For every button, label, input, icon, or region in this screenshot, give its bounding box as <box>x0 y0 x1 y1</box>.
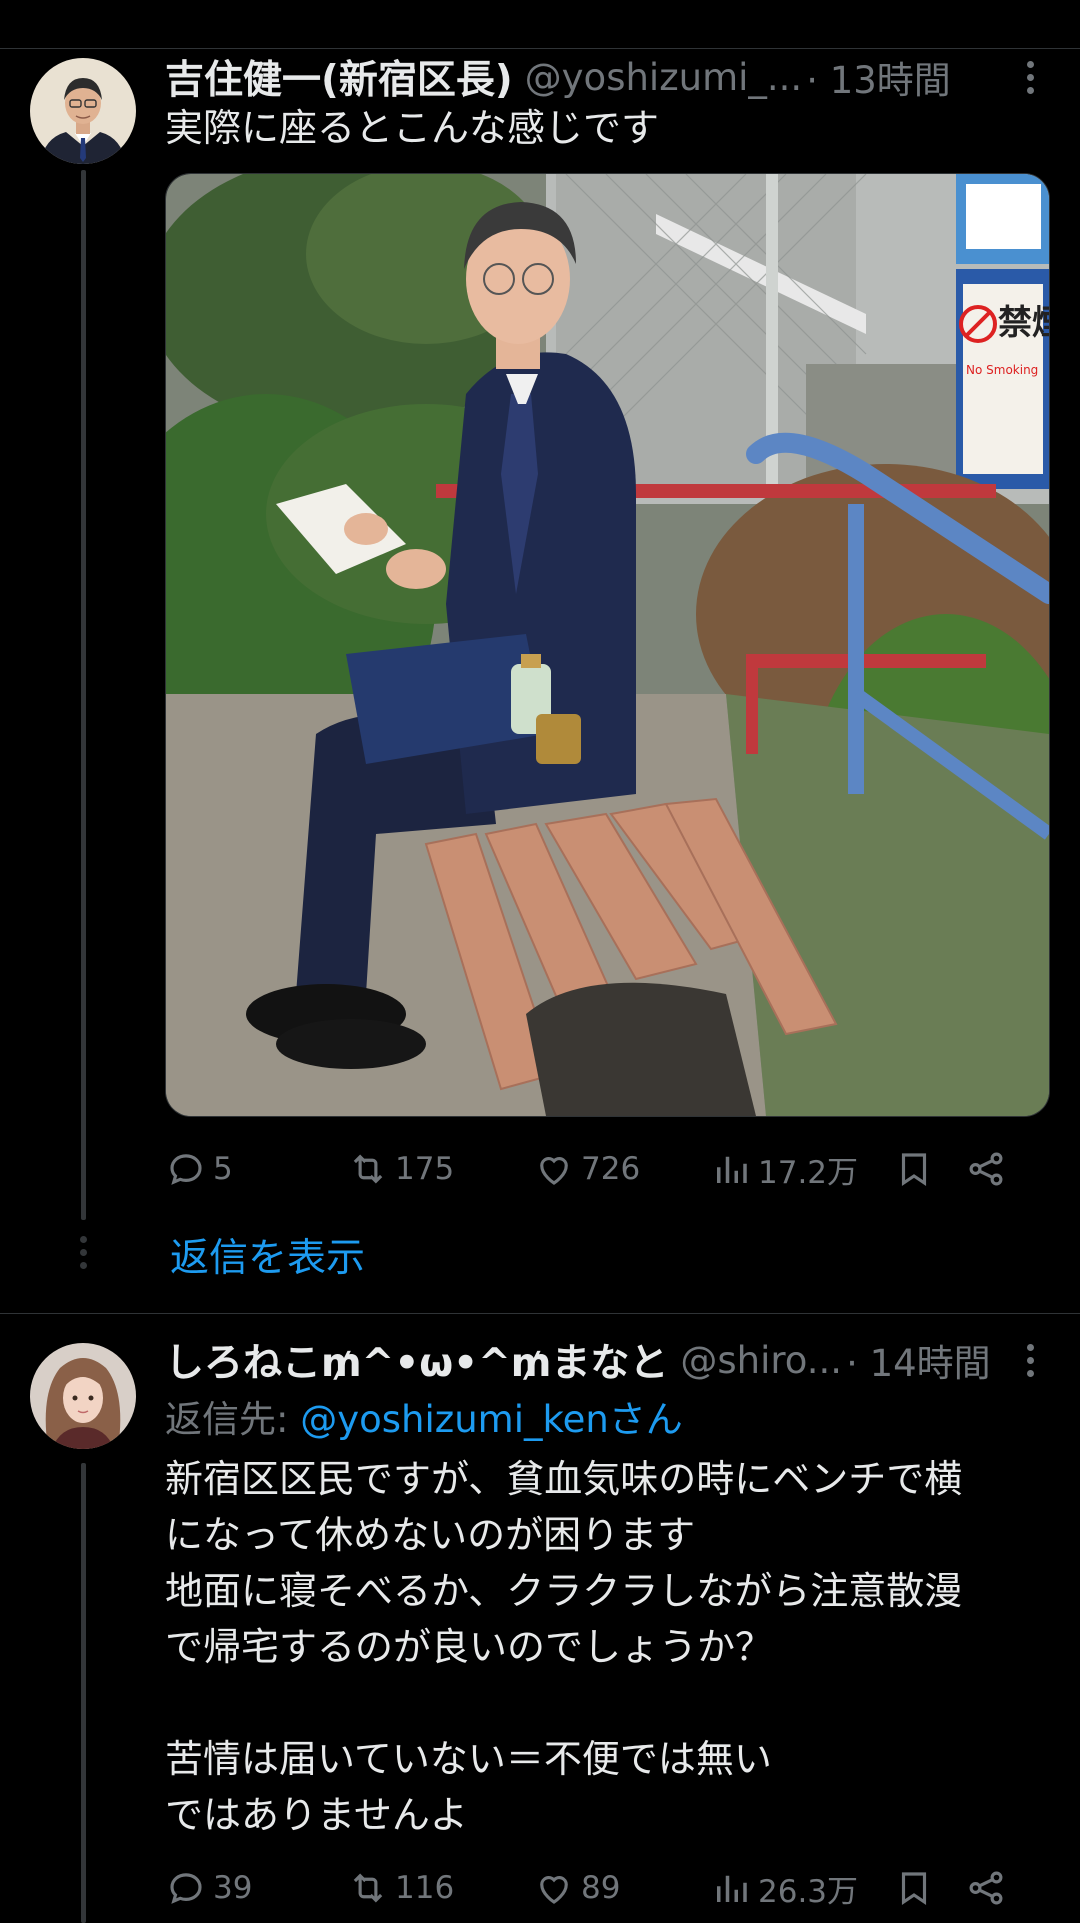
tweet-photo[interactable]: 禁煙 No Smoking <box>165 173 1050 1117</box>
tweet-1-actions: 5 175 726 17.2万 <box>165 1139 1035 1199</box>
more-icon[interactable] <box>1010 1335 1050 1385</box>
reply-button[interactable]: 39 <box>165 1858 252 1918</box>
retweet-icon <box>353 1154 383 1184</box>
avatar-image <box>30 1343 136 1449</box>
bookmark-button[interactable] <box>893 1139 941 1199</box>
views-button[interactable]: 26.3万 <box>710 1858 858 1918</box>
sign-subtext: No Smoking <box>966 363 1038 377</box>
tweet-1[interactable]: 吉住健一(新宿区長) @yoshizumi_... · 13時間 実際に座るとこ… <box>0 0 1080 1310</box>
reply-count: 39 <box>213 1870 253 1906</box>
tweet-2-actions: 39 116 89 26.3万 <box>165 1858 1035 1918</box>
reply-button[interactable]: 5 <box>165 1139 233 1199</box>
share-icon <box>969 1871 1003 1905</box>
handle[interactable]: @yoshizumi_... <box>525 56 803 99</box>
more-icon[interactable] <box>1010 52 1050 102</box>
thread-line <box>81 170 86 1220</box>
display-name[interactable]: 吉住健一(新宿区長) <box>165 49 513 105</box>
avatar-shironeko[interactable] <box>30 1343 136 1449</box>
bookmark-icon <box>901 1872 927 1905</box>
photo-man-on-bench: 禁煙 No Smoking <box>166 174 1049 1116</box>
like-button[interactable]: 89 <box>533 1858 620 1918</box>
replying-to: 返信先: @yoshizumi_kenさん <box>165 1389 683 1443</box>
reply-icon <box>170 1154 202 1185</box>
reply-count: 5 <box>213 1151 233 1187</box>
replying-prefix: 返信先: <box>165 1398 301 1441</box>
share-icon <box>969 1152 1003 1186</box>
thread-line <box>81 1463 86 1923</box>
thread-dots <box>80 1236 87 1269</box>
like-icon <box>540 1157 568 1185</box>
like-icon <box>540 1876 568 1904</box>
retweet-button[interactable]: 116 <box>347 1858 454 1918</box>
retweet-count: 175 <box>395 1151 455 1187</box>
views-icon <box>717 1156 747 1183</box>
timestamp[interactable]: · 14時間 <box>846 1333 991 1387</box>
reply-icon <box>170 1873 202 1904</box>
share-button[interactable] <box>965 1139 1013 1199</box>
sign-text: 禁煙 <box>998 303 1049 343</box>
view-count: 17.2万 <box>758 1154 859 1191</box>
views-button[interactable]: 17.2万 <box>710 1139 858 1199</box>
view-count: 26.3万 <box>758 1873 859 1910</box>
bookmark-button[interactable] <box>893 1858 941 1918</box>
like-count: 89 <box>581 1870 621 1906</box>
tweet-2[interactable]: しろねこ₥^•ω•^₥まなと @shiro... · 14時間 返信先: @yo… <box>0 1313 1080 1923</box>
tweet-text: 新宿区区民ですが、貧血気味の時にベンチで横 になって休めないのが困ります 地面に… <box>165 1457 963 1837</box>
like-button[interactable]: 726 <box>533 1139 640 1199</box>
avatar-yoshizumi[interactable] <box>30 58 136 164</box>
retweet-count: 116 <box>395 1870 455 1906</box>
views-icon <box>717 1875 747 1902</box>
retweet-button[interactable]: 175 <box>347 1139 454 1199</box>
handle[interactable]: @shiro... <box>680 1339 842 1382</box>
show-replies-link[interactable]: 返信を表示 <box>170 1227 365 1283</box>
like-count: 726 <box>581 1151 641 1187</box>
tweet-1-header: 吉住健一(新宿区長) @yoshizumi_... · 13時間 <box>165 49 1060 105</box>
retweet-icon <box>353 1873 383 1903</box>
tweet-2-header: しろねこ₥^•ω•^₥まなと @shiro... · 14時間 <box>165 1332 1060 1388</box>
bookmark-icon <box>901 1153 927 1186</box>
tweet-text: 実際に座るとこんな感じです <box>165 106 660 150</box>
replying-mention-link[interactable]: @yoshizumi_kenさん <box>300 1398 683 1441</box>
avatar-image <box>30 58 136 164</box>
share-button[interactable] <box>965 1858 1013 1918</box>
timestamp[interactable]: · 13時間 <box>806 50 951 104</box>
display-name[interactable]: しろねこ₥^•ω•^₥まなと <box>165 1332 668 1388</box>
